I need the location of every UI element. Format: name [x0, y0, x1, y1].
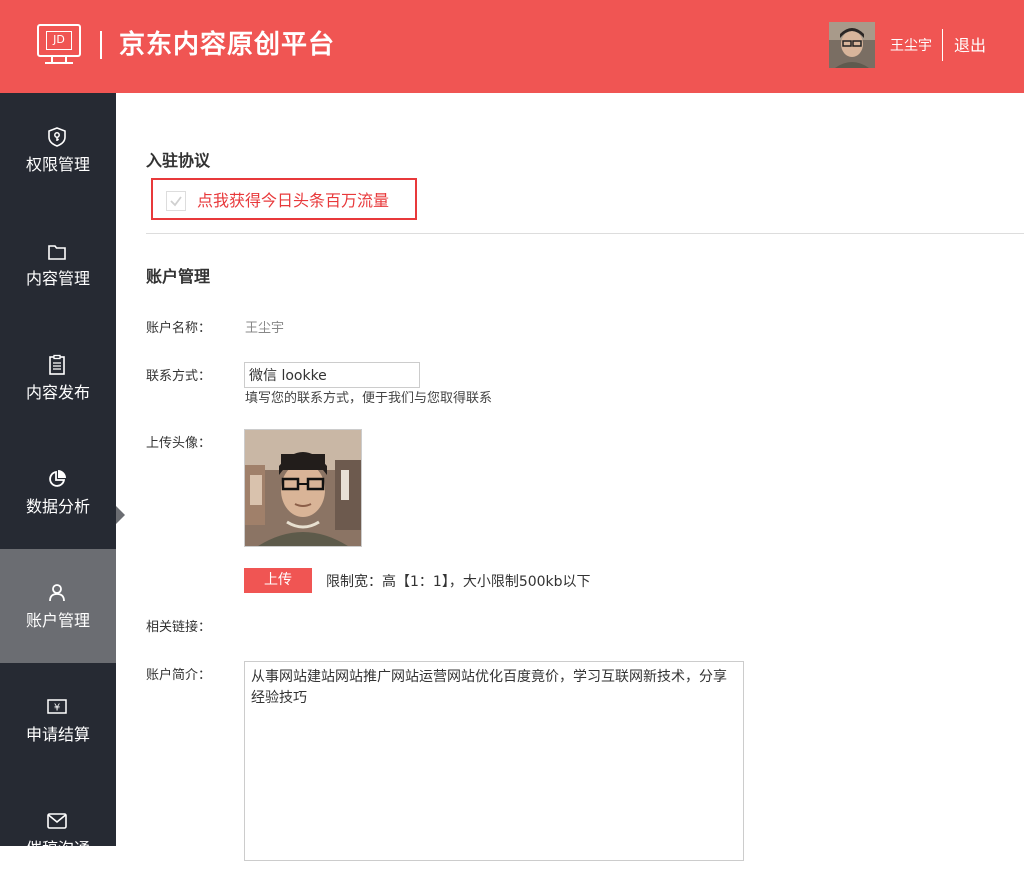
- account-name-label: 账户名称：: [146, 321, 212, 336]
- jd-monitor-logo-icon[interactable]: JD: [37, 24, 81, 64]
- bio-textarea[interactable]: 从事网站建站网站推广网站运营网站优化百度竟价，学习互联网新技术，分享经验技巧: [244, 661, 744, 861]
- account-name-value: 王尘宇: [245, 321, 285, 336]
- site-title: 京东内容原创平台: [119, 30, 336, 60]
- sidebar-item-content-publish[interactable]: 内容发布: [0, 321, 116, 435]
- logo-text: JD: [46, 31, 72, 50]
- sidebar-nav: 权限管理 内容管理 内容发布 数据分析 账户管理 ¥ 申请结算 催稿沟通: [0, 93, 116, 858]
- check-icon: [170, 196, 182, 207]
- agreement-checkbox[interactable]: [166, 191, 186, 211]
- clipboard-icon: [49, 354, 65, 375]
- sidebar-item-communication[interactable]: 催稿沟通: [0, 777, 116, 891]
- shield-key-icon: [48, 127, 66, 147]
- account-section-title: 账户管理: [146, 267, 211, 286]
- related-links-label: 相关链接：: [146, 620, 212, 635]
- sidebar-item-label: 账户管理: [25, 611, 90, 630]
- active-nav-caret: [116, 506, 125, 524]
- sidebar-item-label: 内容发布: [25, 383, 90, 402]
- contact-input[interactable]: [244, 362, 420, 388]
- sidebar-item-content-management[interactable]: 内容管理: [0, 207, 116, 321]
- svg-text:¥: ¥: [54, 703, 60, 714]
- top-header: JD 京东内容原创平台 王尘宇 退出: [0, 0, 1024, 93]
- section-divider: [146, 233, 1024, 234]
- agreement-checkbox-label[interactable]: 点我获得今日头条百万流量: [197, 190, 389, 212]
- agreement-checkbox-row[interactable]: 点我获得今日头条百万流量: [151, 178, 417, 220]
- header-divider: [100, 31, 102, 59]
- upload-hint: 限制宽：高【1：1】，大小限制500kb以下: [326, 574, 591, 590]
- sidebar-item-label: 内容管理: [25, 269, 90, 288]
- sidebar-item-label: 申请结算: [25, 725, 90, 744]
- sidebar-item-label: 催稿沟通: [25, 839, 90, 858]
- pie-chart-icon: [49, 470, 66, 487]
- user-icon: [49, 584, 65, 602]
- sidebar-item-label: 权限管理: [25, 155, 90, 174]
- upload-button[interactable]: 上传: [244, 568, 312, 593]
- sidebar-item-data-analysis[interactable]: 数据分析: [0, 435, 116, 549]
- bio-label: 账户简介：: [146, 668, 212, 683]
- mail-icon: [47, 813, 67, 829]
- logout-link[interactable]: 退出: [954, 35, 986, 57]
- avatar-label: 上传头像：: [146, 436, 212, 451]
- sidebar-item-permissions[interactable]: 权限管理: [0, 93, 116, 207]
- contact-hint: 填写您的联系方式，便于我们与您取得联系: [245, 391, 493, 406]
- avatar-preview: [244, 429, 362, 547]
- contact-label: 联系方式：: [146, 369, 212, 384]
- folder-icon: [48, 245, 66, 260]
- sidebar-item-label: 数据分析: [25, 497, 90, 516]
- yuan-ticket-icon: ¥: [47, 699, 67, 714]
- user-avatar[interactable]: [829, 22, 875, 68]
- agreement-section-title: 入驻协议: [146, 151, 211, 170]
- sidebar-item-account-management[interactable]: 账户管理: [0, 549, 116, 663]
- sidebar-item-settlement[interactable]: ¥ 申请结算: [0, 663, 116, 777]
- header-separator: [942, 29, 943, 61]
- header-username[interactable]: 王尘宇: [890, 37, 932, 55]
